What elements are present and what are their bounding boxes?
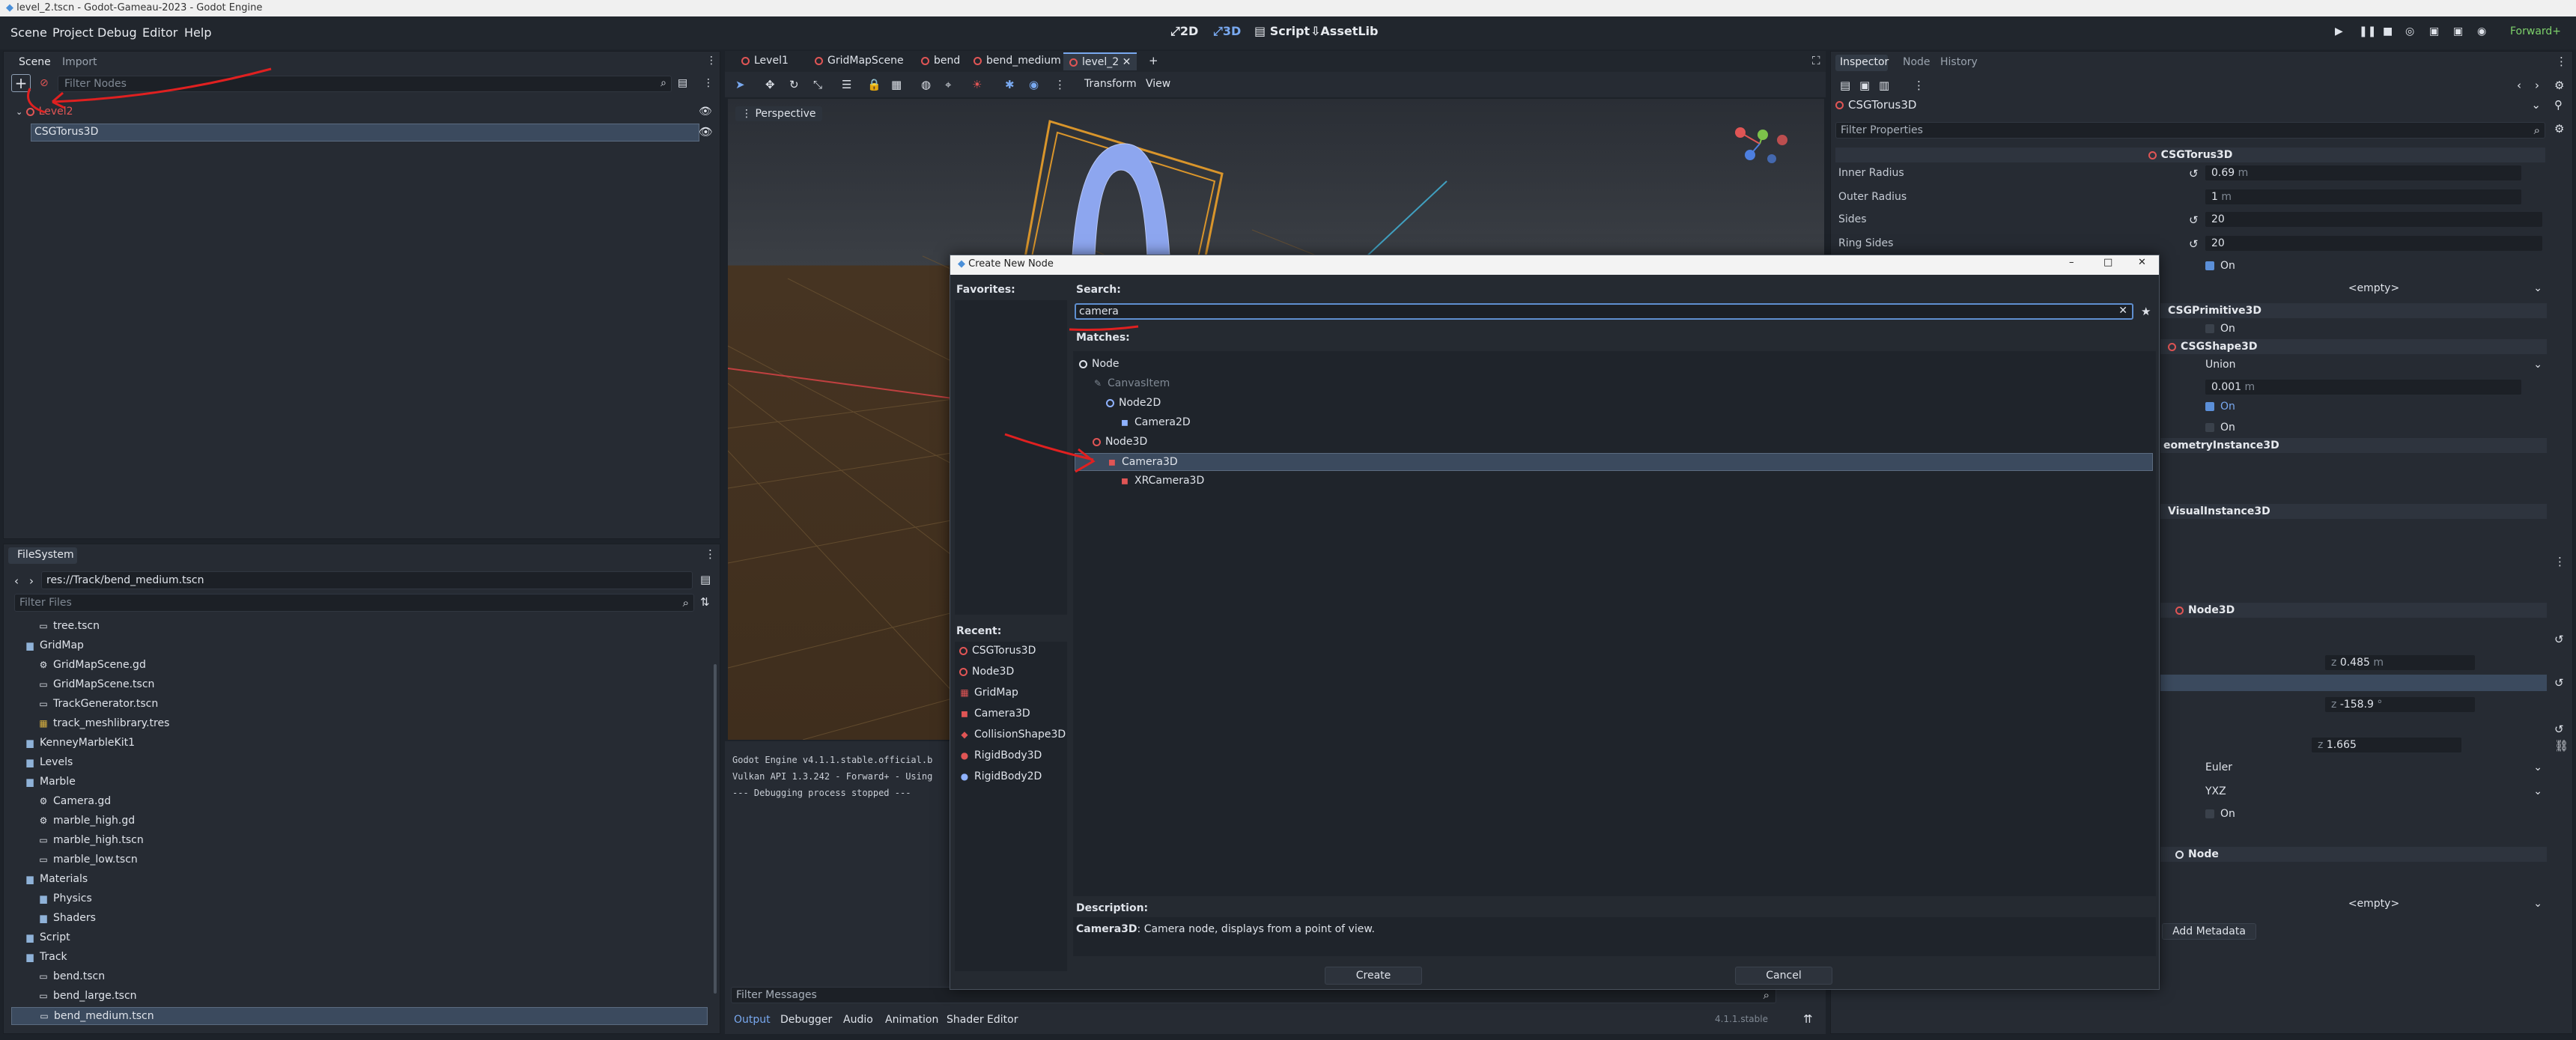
annotation-overlay <box>27 67 1139 473</box>
